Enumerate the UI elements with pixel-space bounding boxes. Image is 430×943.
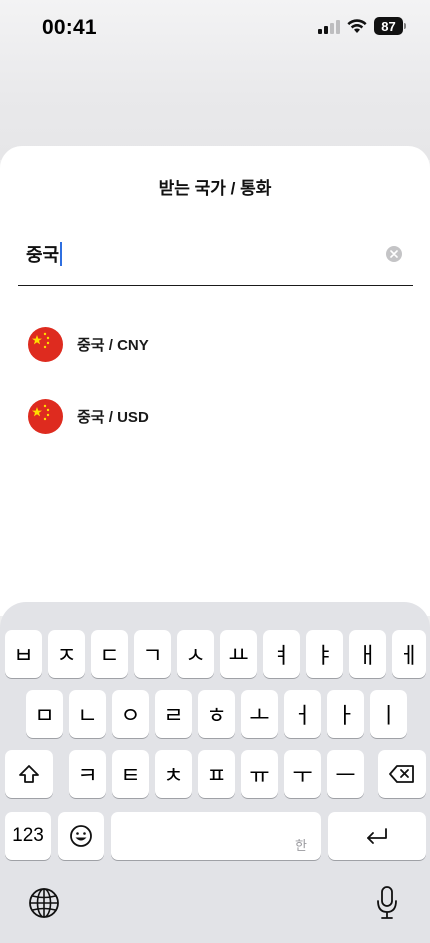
- key-row3[interactable]: ㅌ: [112, 750, 149, 798]
- china-flag-icon: [28, 398, 63, 434]
- return-icon: [367, 828, 387, 844]
- result-item-usd[interactable]: 중국 / USD: [28, 398, 408, 434]
- numbers-key[interactable]: 123: [5, 812, 51, 860]
- delete-icon: [389, 765, 414, 783]
- key-row3[interactable]: ㅜ: [284, 750, 321, 798]
- shift-icon: [19, 765, 39, 783]
- key-row3[interactable]: ㅍ: [198, 750, 235, 798]
- search-input[interactable]: 중국: [26, 238, 366, 270]
- key-row1[interactable]: ㅅ: [177, 630, 214, 678]
- china-flag-icon: [28, 326, 63, 362]
- key-row2[interactable]: ㄴ: [69, 690, 106, 738]
- globe-icon[interactable]: [28, 887, 60, 919]
- key-row1[interactable]: ㅛ: [220, 630, 257, 678]
- search-input-value: 중국: [26, 245, 60, 265]
- key-row2[interactable]: ㄹ: [155, 690, 192, 738]
- key-row1[interactable]: ㅐ: [349, 630, 386, 678]
- key-row3[interactable]: ㅡ: [327, 750, 364, 798]
- battery-level: 87: [374, 17, 403, 35]
- wifi-icon: [347, 19, 367, 33]
- emoji-icon: [70, 825, 92, 847]
- key-row3[interactable]: ㅠ: [241, 750, 278, 798]
- key-row2[interactable]: ㅁ: [26, 690, 63, 738]
- result-label: 중국 / CNY: [77, 336, 149, 354]
- key-row3[interactable]: ㅋ: [69, 750, 106, 798]
- search-field[interactable]: 중국: [18, 228, 413, 286]
- battery-indicator: 87: [374, 17, 406, 35]
- key-row1[interactable]: ㄷ: [91, 630, 128, 678]
- return-key[interactable]: [328, 812, 426, 860]
- text-caret: [60, 242, 63, 266]
- key-row1[interactable]: ㅕ: [263, 630, 300, 678]
- cellular-signal-icon: [318, 20, 340, 34]
- result-item-cny[interactable]: 중국 / CNY: [28, 326, 408, 362]
- key-row1[interactable]: ㅈ: [48, 630, 85, 678]
- key-row2[interactable]: ㅏ: [327, 690, 364, 738]
- key-row2[interactable]: ㅗ: [241, 690, 278, 738]
- country-currency-sheet: 받는 국가 / 통화 중국 중국 / CNY 중국 / USD: [0, 146, 430, 616]
- key-row1[interactable]: ㅔ: [392, 630, 426, 678]
- result-label: 중국 / USD: [77, 408, 149, 426]
- shift-key[interactable]: [5, 750, 53, 798]
- key-row1[interactable]: ㅂ: [5, 630, 42, 678]
- microphone-icon[interactable]: [376, 885, 398, 921]
- emoji-key[interactable]: [58, 812, 104, 860]
- sheet-title: 받는 국가 / 통화: [158, 179, 272, 198]
- key-row3[interactable]: ㅊ: [155, 750, 192, 798]
- clear-icon[interactable]: [386, 246, 402, 262]
- key-row2[interactable]: ㅎ: [198, 690, 235, 738]
- key-row1[interactable]: ㅑ: [306, 630, 343, 678]
- delete-key[interactable]: [378, 750, 426, 798]
- status-bar: 00:41 87: [0, 0, 430, 54]
- status-time: 00:41: [42, 16, 97, 39]
- key-row2[interactable]: ㅣ: [370, 690, 407, 738]
- battery-tip: [404, 23, 406, 29]
- space-key[interactable]: 한: [111, 812, 321, 860]
- key-row1[interactable]: ㄱ: [134, 630, 171, 678]
- korean-keyboard: ㅂ ㅈ ㄷ ㄱ ㅅ ㅛ ㅕ ㅑ ㅐ ㅔ ㅁ ㄴ ㅇ ㄹ ㅎ ㅗ ㅓ ㅏ ㅣ ㅋ …: [0, 602, 430, 943]
- space-key-hint: 한: [295, 838, 307, 853]
- key-row2[interactable]: ㅇ: [112, 690, 149, 738]
- key-row2[interactable]: ㅓ: [284, 690, 321, 738]
